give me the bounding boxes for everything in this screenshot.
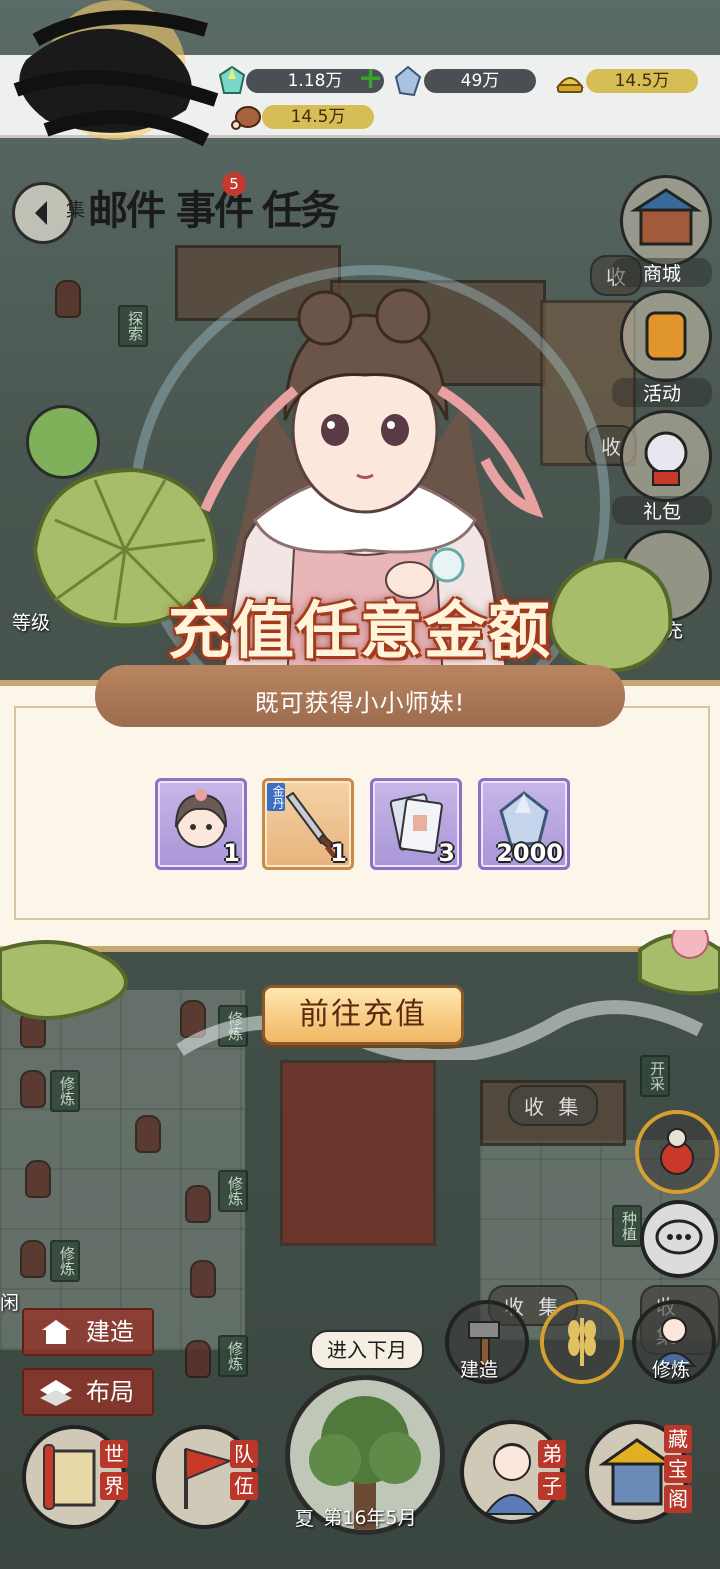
treasure-label-2: 宝 — [664, 1455, 692, 1483]
idle-label: 闲 — [0, 1292, 20, 1314]
gold-amount: 14.5万 — [586, 69, 698, 93]
game-date: 第16年5月 — [323, 1507, 417, 1529]
reward-item-sword[interactable]: 金丹 1 — [262, 778, 354, 870]
next-month-label[interactable]: 进入下月 — [310, 1330, 424, 1370]
reward-item-spirit-stone[interactable]: 2000 — [478, 778, 570, 870]
world-label-2: 界 — [100, 1472, 128, 1500]
disciple-label-2: 子 — [538, 1472, 566, 1500]
team-label-1: 队 — [230, 1440, 258, 1468]
gourd-icon — [660, 1128, 694, 1175]
shop-label: 商城 — [612, 258, 712, 287]
reward-count: 1 — [223, 839, 240, 867]
go-recharge-button[interactable]: 前往充值 — [262, 985, 464, 1045]
build-button[interactable]: 建造 — [22, 1308, 154, 1356]
gift-label: 礼包 — [612, 496, 712, 525]
activity-button[interactable] — [620, 290, 712, 382]
plant-tag: 种植 — [612, 1205, 642, 1247]
back-button[interactable] — [12, 182, 74, 244]
collect-tab-partial: 集 — [66, 199, 86, 221]
gourd-button[interactable] — [635, 1110, 719, 1194]
events-badge: 5 — [222, 172, 246, 196]
reward-item-scroll-card[interactable]: 3 — [370, 778, 462, 870]
popup-title: 充值任意金额 — [167, 594, 552, 667]
cultivate-tag: 修炼 — [50, 1070, 80, 1112]
gift-character-icon — [644, 431, 688, 486]
layout-grid-icon — [40, 1380, 72, 1406]
activity-label: 活动 — [612, 378, 712, 407]
disciple-label-1: 弟 — [538, 1440, 566, 1468]
player-avatar[interactable] — [6, 0, 221, 160]
cultivate-tag: 修炼 — [218, 1335, 248, 1377]
treasure-label-3: 阁 — [664, 1485, 692, 1513]
chevron-left-icon — [35, 201, 47, 225]
add-jade-button[interactable]: + — [358, 64, 383, 94]
world-label-1: 世 — [100, 1440, 128, 1468]
gold-ingot-icon — [556, 77, 584, 93]
team-label-2: 伍 — [230, 1472, 258, 1500]
reward-item-girl-avatar[interactable]: 1 — [155, 778, 247, 870]
lantern-icon — [645, 311, 687, 361]
collect-bubble[interactable]: 收 集 — [508, 1085, 599, 1126]
shop-button[interactable] — [620, 175, 712, 267]
gift-button[interactable] — [620, 410, 712, 502]
reward-count: 1 — [330, 839, 347, 867]
meat-amount: 14.5万 — [262, 105, 374, 129]
shop-building-icon — [629, 188, 703, 246]
meat-icon — [231, 106, 261, 130]
build-icon-label: 建造 — [460, 1359, 499, 1381]
spirit-stone-icon — [394, 65, 422, 97]
chat-button[interactable] — [640, 1200, 718, 1278]
reward-panel-border — [14, 706, 710, 920]
spirit-stone-amount: 49万 — [424, 69, 536, 93]
cultivate-tag: 修炼 — [218, 1170, 248, 1212]
cultivate-tag: 修炼 — [50, 1240, 80, 1282]
cultivate-icon-label: 修炼 — [652, 1359, 691, 1381]
reward-count: 3 — [438, 839, 455, 867]
mine-tag: 开采 — [640, 1055, 670, 1097]
reward-count: 2000 — [496, 839, 563, 867]
wheat-icon — [568, 1318, 596, 1366]
harvest-button[interactable] — [540, 1300, 624, 1384]
explore-tag: 探索 — [118, 305, 148, 347]
tab-tasks[interactable]: 任务 — [262, 178, 340, 236]
layout-button[interactable]: 布局 — [22, 1368, 154, 1416]
house-icon — [42, 1320, 70, 1344]
tab-mail[interactable]: 邮件 — [88, 178, 166, 236]
chat-bubble-icon — [655, 1219, 703, 1255]
popup-subtitle: 既可获得小小师妹! — [254, 689, 466, 717]
treasure-label-1: 藏 — [664, 1425, 692, 1453]
